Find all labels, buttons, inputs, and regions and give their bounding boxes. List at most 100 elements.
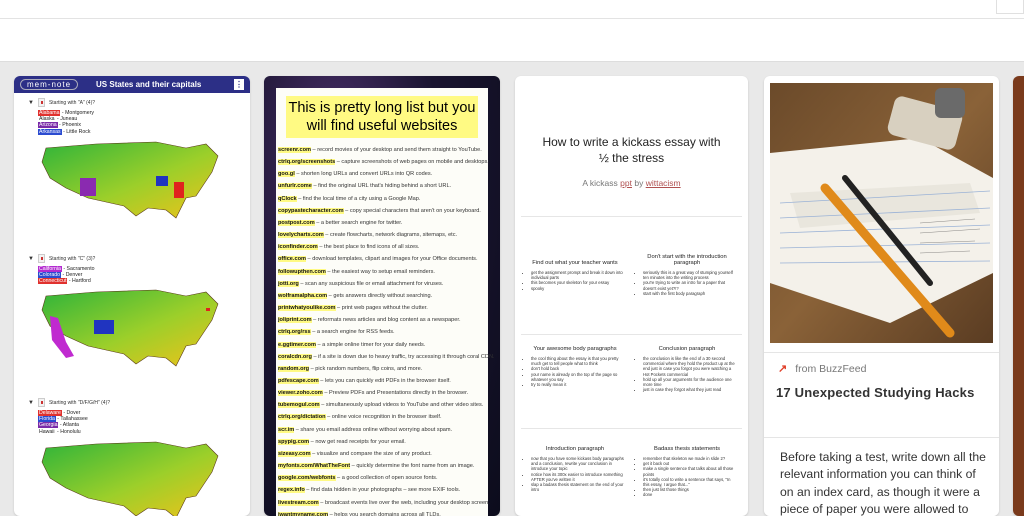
- card-divider: [764, 437, 999, 438]
- website-item: pdfescape.com – lets you can quickly edi…: [276, 375, 488, 387]
- website-item: e.ggtimer.com – a simple online timer fo…: [276, 339, 488, 351]
- state-name: Alabama: [38, 110, 61, 116]
- website-name: myfonts.com/WhatTheFont: [278, 463, 351, 470]
- header-divider: [0, 18, 1024, 19]
- section-title: Conclusion paragraph: [658, 346, 716, 352]
- study-photo[interactable]: [770, 83, 993, 343]
- slide-divider: [521, 428, 742, 429]
- ppt-link[interactable]: ppt: [620, 178, 632, 188]
- website-name: qClock: [278, 195, 297, 202]
- slide-section: Don't start with the introduction paragr…: [637, 254, 737, 296]
- website-item: regex.info – find data hidden in your ph…: [276, 484, 488, 496]
- websites-list: screenr.com – record movies of your desk…: [276, 144, 495, 516]
- website-desc: – if a site is down due to heavy traffic…: [311, 353, 495, 360]
- website-desc: – find the original URL that's hiding be…: [311, 183, 452, 190]
- section-bullet: get the assignment prompt and break it d…: [531, 270, 625, 280]
- group-heading[interactable]: ▼ Starting with "A" (4)?: [28, 98, 228, 107]
- website-desc: – share you email address online without…: [294, 426, 453, 433]
- note-chip-icon: [37, 398, 45, 407]
- website-desc: – now get read receipts for your email.: [309, 438, 406, 445]
- state-group-dfgh: ▼ Starting with "D/F/G/H" (4)? Delaware -…: [28, 398, 228, 435]
- website-desc: – scan any suspicious file or email atta…: [298, 280, 444, 287]
- expand-triangle-icon[interactable]: ▼: [28, 256, 34, 262]
- website-desc: – record movies of your desktop and send…: [310, 147, 482, 153]
- website-name: sizeasy.com: [278, 450, 311, 457]
- website-item: sizeasy.com – visualize and compare the …: [276, 448, 488, 460]
- pin-studying-hacks[interactable]: ↗ from BuzzFeed 17 Unexpected Studying H…: [764, 76, 999, 516]
- state-row: Arkansas - Little Rock: [38, 128, 91, 135]
- website-item: iconfinder.com – the best place to find …: [276, 241, 488, 253]
- section-bullet: hold up all your arguments for the audie…: [643, 377, 737, 387]
- slide-divider: [521, 334, 742, 335]
- state-name: Connecticut: [38, 278, 68, 285]
- website-desc: – a good collection of open source fonts…: [335, 475, 438, 482]
- website-desc: – the best place to find icons of all si…: [317, 244, 420, 251]
- memnote-title: US States and their capitals: [96, 80, 202, 89]
- pin-source[interactable]: ↗ from BuzzFeed: [778, 362, 866, 376]
- us-map-a: [41, 141, 219, 219]
- section-bullet: done: [643, 492, 737, 497]
- pin-us-states[interactable]: mem-note US States and their capitals ⋮ …: [14, 76, 250, 516]
- group-heading[interactable]: ▼ Starting with "C" (3)?: [28, 254, 228, 263]
- website-desc: – capture screenshots of web pages on mo…: [335, 159, 489, 166]
- slide-section: Conclusion paragraph the conclusion is li…: [637, 346, 737, 392]
- website-item: myfonts.com/WhatTheFont – quickly determ…: [276, 460, 488, 472]
- expand-triangle-icon[interactable]: ▼: [28, 100, 34, 106]
- group-heading[interactable]: ▼ Starting with "D/F/G/H" (4)?: [28, 398, 228, 407]
- capital-name: Dover: [66, 410, 81, 416]
- state-row: Connecticut - Hartford: [38, 278, 91, 285]
- header-corner-button[interactable]: [996, 0, 1024, 14]
- state-name: Alaska: [39, 116, 55, 123]
- website-item: scr.im – share you email address online …: [276, 424, 488, 436]
- website-name: lovelycharts.com: [278, 232, 324, 239]
- website-desc: – gets answers directly without searchin…: [327, 292, 433, 299]
- website-item: copypastecharacter.com – copy special ch…: [276, 205, 488, 217]
- website-item: goo.gl – shorten long URLs and convert U…: [276, 168, 488, 180]
- website-name: coralcdn.org: [278, 353, 312, 360]
- website-name: google.com/webfonts: [278, 475, 336, 482]
- pin-useful-websites[interactable]: This is pretty long list but you will fi…: [264, 76, 500, 516]
- section-bullet: the conclusion is like the end of a 30 s…: [643, 356, 737, 377]
- website-item: joliprint.com – reformats news articles …: [276, 314, 488, 326]
- expand-triangle-icon[interactable]: ▼: [28, 400, 34, 406]
- slide-section: Introduction paragraph now that you have …: [525, 446, 625, 492]
- card-divider: [764, 352, 999, 353]
- section-title: Don't start with the introduction paragr…: [647, 254, 727, 266]
- website-item: ctrlq.org/rss – a search engine for RSS …: [276, 326, 488, 338]
- website-desc: – quickly determine the font name from a…: [350, 463, 475, 470]
- capital-name: Montgomery: [65, 110, 94, 116]
- section-bullet: try to really mean it: [531, 382, 625, 387]
- state-name: Hawaii: [39, 428, 55, 435]
- memnote-logo: mem-note: [20, 79, 79, 90]
- website-item: screenr.com – record movies of your desk…: [276, 144, 488, 156]
- websites-title: This is pretty long list but you will fi…: [286, 96, 478, 138]
- website-name: ctrlq.org/dictation: [278, 414, 326, 421]
- state-name: Florida: [38, 416, 56, 423]
- capital-name: Honolulu: [60, 428, 81, 435]
- website-name: pdfescape.com: [278, 377, 319, 384]
- essay-byline: A kickass ppt by wittacism: [582, 178, 681, 188]
- author-link[interactable]: wittacism: [646, 178, 681, 188]
- pin-kickass-essay[interactable]: How to write a kickass essay with ½ the s…: [515, 76, 748, 516]
- section-bullet: you're trying to write an intro for a pa…: [643, 280, 737, 290]
- state-rows: Delaware - Dover Florida - Tallahassee Geo…: [38, 410, 228, 435]
- website-desc: – a better search engine for twitter.: [314, 219, 403, 226]
- capital-name: Phoenix: [62, 122, 81, 129]
- website-desc: – find data hidden in your photographs –…: [304, 487, 461, 494]
- website-name: random.org: [278, 365, 310, 372]
- state-name: Arkansas: [38, 128, 62, 135]
- pin-headline[interactable]: 17 Unexpected Studying Hacks: [776, 385, 976, 401]
- website-item: followupthen.com – the easiest way to se…: [276, 266, 488, 278]
- section-bullet: seriously this is a great way of stumpin…: [643, 270, 737, 280]
- website-item: spypig.com – now get read receipts for y…: [276, 436, 488, 448]
- section-bullet: the cool thing about the essay is that y…: [531, 356, 625, 366]
- website-item: ctrlq.org/dictation – online voice recog…: [276, 411, 488, 423]
- pin-partial-next[interactable]: [1013, 76, 1024, 516]
- section-bullet: start with the first body paragraph: [643, 291, 737, 296]
- essay-title: How to write a kickass essay with ½ the s…: [542, 135, 721, 165]
- menu-dots-icon[interactable]: ⋮: [234, 79, 244, 90]
- website-name: office.com: [278, 256, 306, 263]
- section-title: Introduction paragraph: [545, 446, 605, 452]
- section-bullet: your name is already on the top of the p…: [531, 372, 625, 382]
- section-bullet: spooky: [531, 286, 625, 291]
